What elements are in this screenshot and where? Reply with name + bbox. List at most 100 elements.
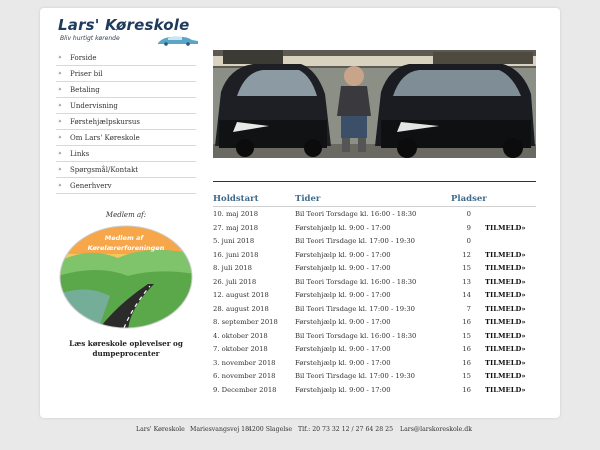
nav-item-priser-bil[interactable]: » Priser bil: [56, 66, 196, 82]
chevron-right-icon: »: [58, 54, 62, 61]
nav-item-label: Generhverv: [70, 182, 112, 190]
row-date: 16. juni 2018: [213, 250, 259, 259]
header-time: Tider: [295, 194, 321, 204]
footer-phone: Tlf.: 20 73 32 12 / 27 64 28 25: [298, 426, 393, 433]
nav-item-links[interactable]: » Links: [56, 146, 196, 162]
schedule-table: Holdstart Tider Pladser 10. maj 2018 Bil…: [213, 193, 536, 396]
chevron-right-icon: »: [58, 150, 62, 157]
nav-item-label: Betaling: [70, 86, 100, 94]
hero-photo: [213, 50, 536, 158]
row-time: Førstehjælp kl. 9:00 - 17:00: [295, 223, 391, 232]
row-time: Førstehjælp kl. 9:00 - 17:00: [295, 264, 391, 272]
row-places: 0: [466, 237, 471, 245]
row-date: 28. august 2018: [213, 304, 269, 313]
footer-city: 4200 Slagelse: [248, 426, 293, 433]
row-places: 9: [466, 223, 471, 232]
row-date: 7. oktober 2018: [213, 345, 268, 353]
row-time: Førstehjælp kl. 9:00 - 17:00: [295, 291, 391, 299]
signup-link[interactable]: TILMELD»: [485, 345, 526, 353]
nav-item-label: Priser bil: [70, 70, 103, 78]
table-row: 26. juli 2018 Bil Teori Torsdage kl. 16:…: [213, 275, 536, 289]
footer-name: Lars' Køreskole: [136, 426, 185, 433]
row-time: Bil Teori Tirsdage kl. 17:00 - 19:30: [295, 237, 415, 245]
row-time: Førstehjælp kl. 9:00 - 17:00: [295, 385, 391, 394]
chevron-right-icon: »: [58, 102, 62, 109]
nav-item-undervisning[interactable]: » Undervisning: [56, 98, 196, 114]
row-places: 12: [462, 250, 471, 259]
signup-link[interactable]: TILMELD»: [485, 251, 526, 259]
table-row: 8. september 2018 Førstehjælp kl. 9:00 -…: [213, 315, 536, 329]
association-badge[interactable]: Medlem af Kørelærerforeningen: [58, 224, 194, 330]
signup-link[interactable]: TILMELD»: [485, 224, 526, 232]
row-places: 13: [462, 277, 471, 286]
footer-email-link[interactable]: Lars@larskoreskole.dk: [400, 426, 472, 433]
table-row: 27. maj 2018 Førstehjælp kl. 9:00 - 17:0…: [213, 221, 536, 235]
site-logo[interactable]: Lars' Køreskole Bliv hurtigt kørende: [58, 16, 218, 50]
row-date: 12. august 2018: [213, 291, 269, 299]
logo-tagline: Bliv hurtigt kørende: [60, 35, 120, 42]
nav-item-label: Spørgsmål/Kontakt: [70, 166, 139, 174]
member-label: Medlem af:: [105, 211, 147, 219]
row-places: 14: [462, 291, 471, 299]
table-row: 16. juni 2018 Førstehjælp kl. 9:00 - 17:…: [213, 248, 536, 262]
row-places: 15: [462, 264, 471, 272]
chevron-right-icon: »: [58, 166, 62, 173]
sidebar-nav: » Forside » Priser bil » Betaling » Undervis…: [56, 50, 196, 194]
table-row: 6. november 2018 Bil Teori Tirsdage kl. …: [213, 369, 536, 383]
header-date: Holdstart: [213, 194, 259, 204]
row-date: 4. oktober 2018: [213, 331, 268, 340]
signup-link[interactable]: TILMELD»: [485, 264, 526, 272]
nav-item-generhverv[interactable]: » Generhverv: [56, 178, 196, 194]
nav-item-forside[interactable]: » Forside: [56, 50, 196, 66]
badge-caption-link[interactable]: Læs køreskole oplevelser og dumpeprocent…: [56, 339, 196, 359]
signup-link[interactable]: TILMELD»: [485, 318, 526, 326]
row-places: 0: [466, 210, 471, 218]
signup-link[interactable]: TILMELD»: [485, 291, 526, 299]
row-time: Bil Teori Torsdage kl. 16:00 - 18:30: [295, 277, 417, 286]
row-time: Bil Teori Tirsdage kl. 17:00 - 19:30: [295, 372, 415, 380]
nav-item-betaling[interactable]: » Betaling: [56, 82, 196, 98]
row-places: 16: [462, 385, 471, 394]
signup-link[interactable]: TILMELD»: [485, 359, 526, 367]
row-date: 5. juni 2018: [213, 237, 255, 245]
row-date: 6. november 2018: [213, 372, 276, 380]
row-date: 3. november 2018: [213, 358, 276, 367]
nav-item-kontakt[interactable]: » Spørgsmål/Kontakt: [56, 162, 196, 178]
row-places: 15: [462, 372, 471, 380]
badge-text-1: Medlem af: [105, 234, 145, 242]
table-row: 7. oktober 2018 Førstehjælp kl. 9:00 - 1…: [213, 342, 536, 356]
row-date: 8. juli 2018: [213, 264, 252, 272]
logo-title: Lars' Køreskole: [58, 16, 190, 34]
nav-item-forstehjaelpskursus[interactable]: » Førstehjælpskursus: [56, 114, 196, 130]
row-time: Bil Teori Torsdage kl. 16:00 - 18:30: [295, 331, 417, 340]
chevron-right-icon: »: [58, 182, 62, 189]
chevron-right-icon: »: [58, 86, 62, 93]
schedule-header: Holdstart Tider Pladser: [213, 193, 536, 207]
row-date: 8. september 2018: [213, 318, 278, 326]
table-row: 28. august 2018 Bil Teori Tirsdage kl. 1…: [213, 302, 536, 316]
signup-link[interactable]: TILMELD»: [485, 332, 526, 340]
nav-item-om[interactable]: » Om Lars' Køreskole: [56, 130, 196, 146]
nav-item-label: Forside: [70, 54, 97, 62]
row-places: 16: [462, 318, 471, 326]
signup-link[interactable]: TILMELD»: [485, 372, 526, 380]
row-date: 10. maj 2018: [213, 210, 259, 218]
signup-link[interactable]: TILMELD»: [485, 386, 526, 394]
nav-item-label: Links: [70, 150, 90, 158]
signup-link[interactable]: TILMELD»: [485, 305, 526, 313]
row-date: 26. juli 2018: [213, 277, 257, 286]
table-row: 4. oktober 2018 Bil Teori Torsdage kl. 1…: [213, 329, 536, 343]
row-time: Bil Teori Torsdage kl. 16:00 - 18:30: [295, 210, 417, 218]
signup-link[interactable]: TILMELD»: [485, 278, 526, 286]
row-time: Førstehjælp kl. 9:00 - 17:00: [295, 318, 391, 326]
table-row: 5. juni 2018 Bil Teori Tirsdage kl. 17:0…: [213, 234, 536, 248]
nav-item-label: Undervisning: [70, 102, 118, 110]
table-row: 8. juli 2018 Førstehjælp kl. 9:00 - 17:0…: [213, 261, 536, 275]
row-places: 16: [462, 345, 471, 353]
table-row: 3. november 2018 Førstehjælp kl. 9:00 - …: [213, 356, 536, 370]
row-places: 16: [462, 358, 471, 367]
chevron-right-icon: »: [58, 118, 62, 125]
row-time: Førstehjælp kl. 9:00 - 17:00: [295, 358, 391, 367]
row-time: Førstehjælp kl. 9:00 - 17:00: [295, 250, 391, 259]
nav-item-label: Førstehjælpskursus: [70, 118, 140, 126]
